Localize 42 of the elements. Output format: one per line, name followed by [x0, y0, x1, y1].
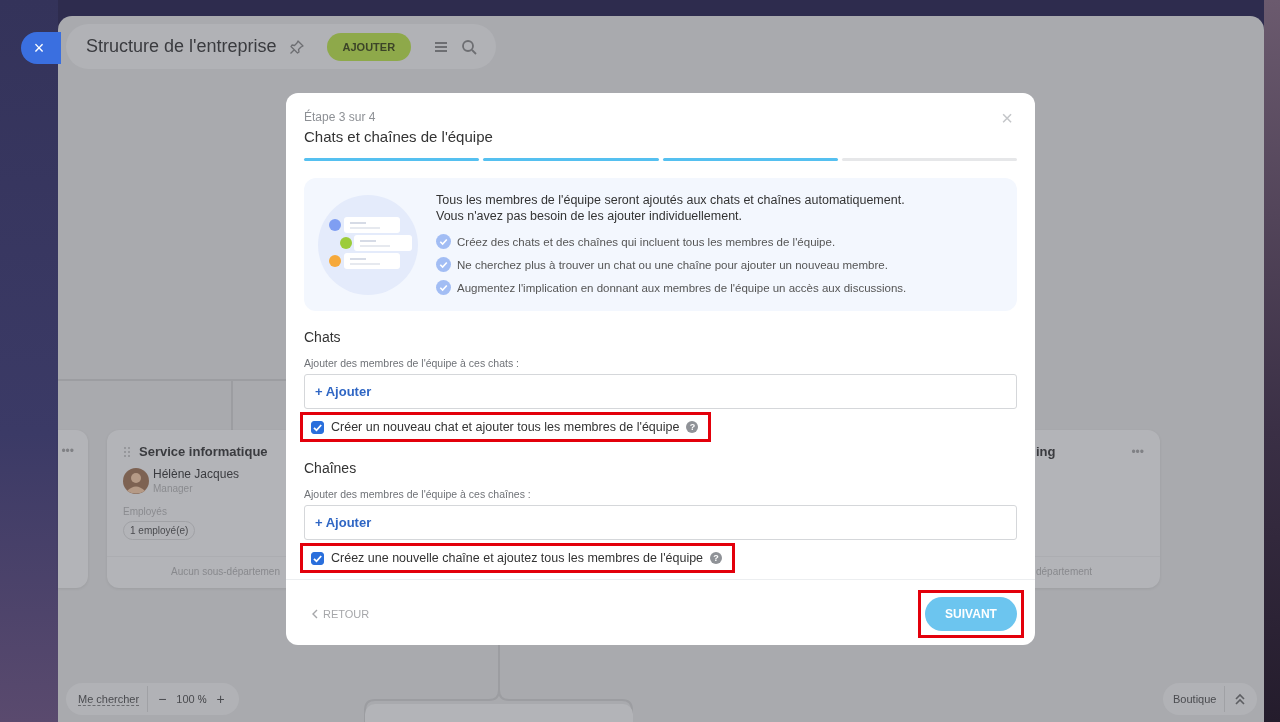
checkbox[interactable]: [311, 551, 324, 565]
field-label: Ajouter des membres de l'équipe à ces chats :: [304, 357, 521, 369]
back-button[interactable]: RETOUR: [312, 608, 370, 620]
chat-picker-field[interactable]: + Ajouter: [304, 374, 1017, 409]
check-circle-icon: [436, 280, 451, 295]
add-link[interactable]: + Ajouter: [315, 384, 372, 399]
zoom-value: 100: [176, 693, 195, 705]
pin-icon[interactable]: [288, 38, 305, 55]
zoom-unit: %: [197, 693, 207, 705]
chevron-left-icon: [312, 609, 318, 619]
zoom-in-button[interactable]: +: [214, 691, 227, 707]
chat-picker-field[interactable]: + Ajouter: [304, 505, 1017, 540]
department-title: ing: [1036, 444, 1056, 459]
zoom-out-button[interactable]: −: [156, 691, 169, 707]
drag-handle-icon[interactable]: [123, 445, 131, 458]
field-label: Ajouter des membres de l'équipe à ces chaînes :: [304, 488, 532, 500]
add-link[interactable]: + Ajouter: [315, 515, 372, 530]
manager-name: Hélène Jacques: [153, 467, 240, 481]
section-heading: Chaînes: [304, 460, 358, 476]
help-icon[interactable]: ?: [710, 552, 723, 564]
search-icon[interactable]: [461, 38, 478, 55]
find-me-link[interactable]: Me chercher: [78, 692, 140, 706]
double-chevron-up-icon[interactable]: [1233, 692, 1247, 706]
benefit-text: Ne cherchez plus à trouver un chat ou une chaîne pour ajouter un nouveau membre.: [457, 258, 888, 271]
page-title: Structure de l'entreprise: [86, 36, 277, 57]
section-heading: Chats: [304, 329, 342, 345]
help-icon[interactable]: ?: [686, 421, 699, 433]
department-title: Service informatique: [139, 444, 268, 459]
check-circle-icon: [436, 234, 451, 249]
dialog-title: Chats et chaînes de l'équipe: [304, 128, 493, 145]
close-button[interactable]: ×: [21, 32, 61, 64]
shop-link[interactable]: Boutique: [1173, 693, 1217, 705]
add-button[interactable]: AJOUTER: [326, 32, 412, 61]
avatar: [123, 467, 149, 494]
checkbox-label: Créer un nouveau chat et ajouter tous les membres de l'équipe: [331, 420, 680, 434]
benefit-text: Augmentez l'implication en donnant aux membres de l'équipe un accès aux discussions.: [457, 281, 907, 294]
check-circle-icon: [436, 257, 451, 272]
info-text: Tous les membres de l'équipe seront ajoutés aux chats et chaînes automatiquement.: [436, 192, 906, 208]
benefit-text: Créez des chats et des chaînes qui incluent tous les membres de l'équipe.: [457, 235, 836, 248]
step-label: Étape 3 sur 4: [304, 110, 377, 124]
info-text: Vous n'avez pas besoin de les ajouter individuellement.: [436, 208, 744, 224]
checkbox[interactable]: [311, 420, 324, 434]
